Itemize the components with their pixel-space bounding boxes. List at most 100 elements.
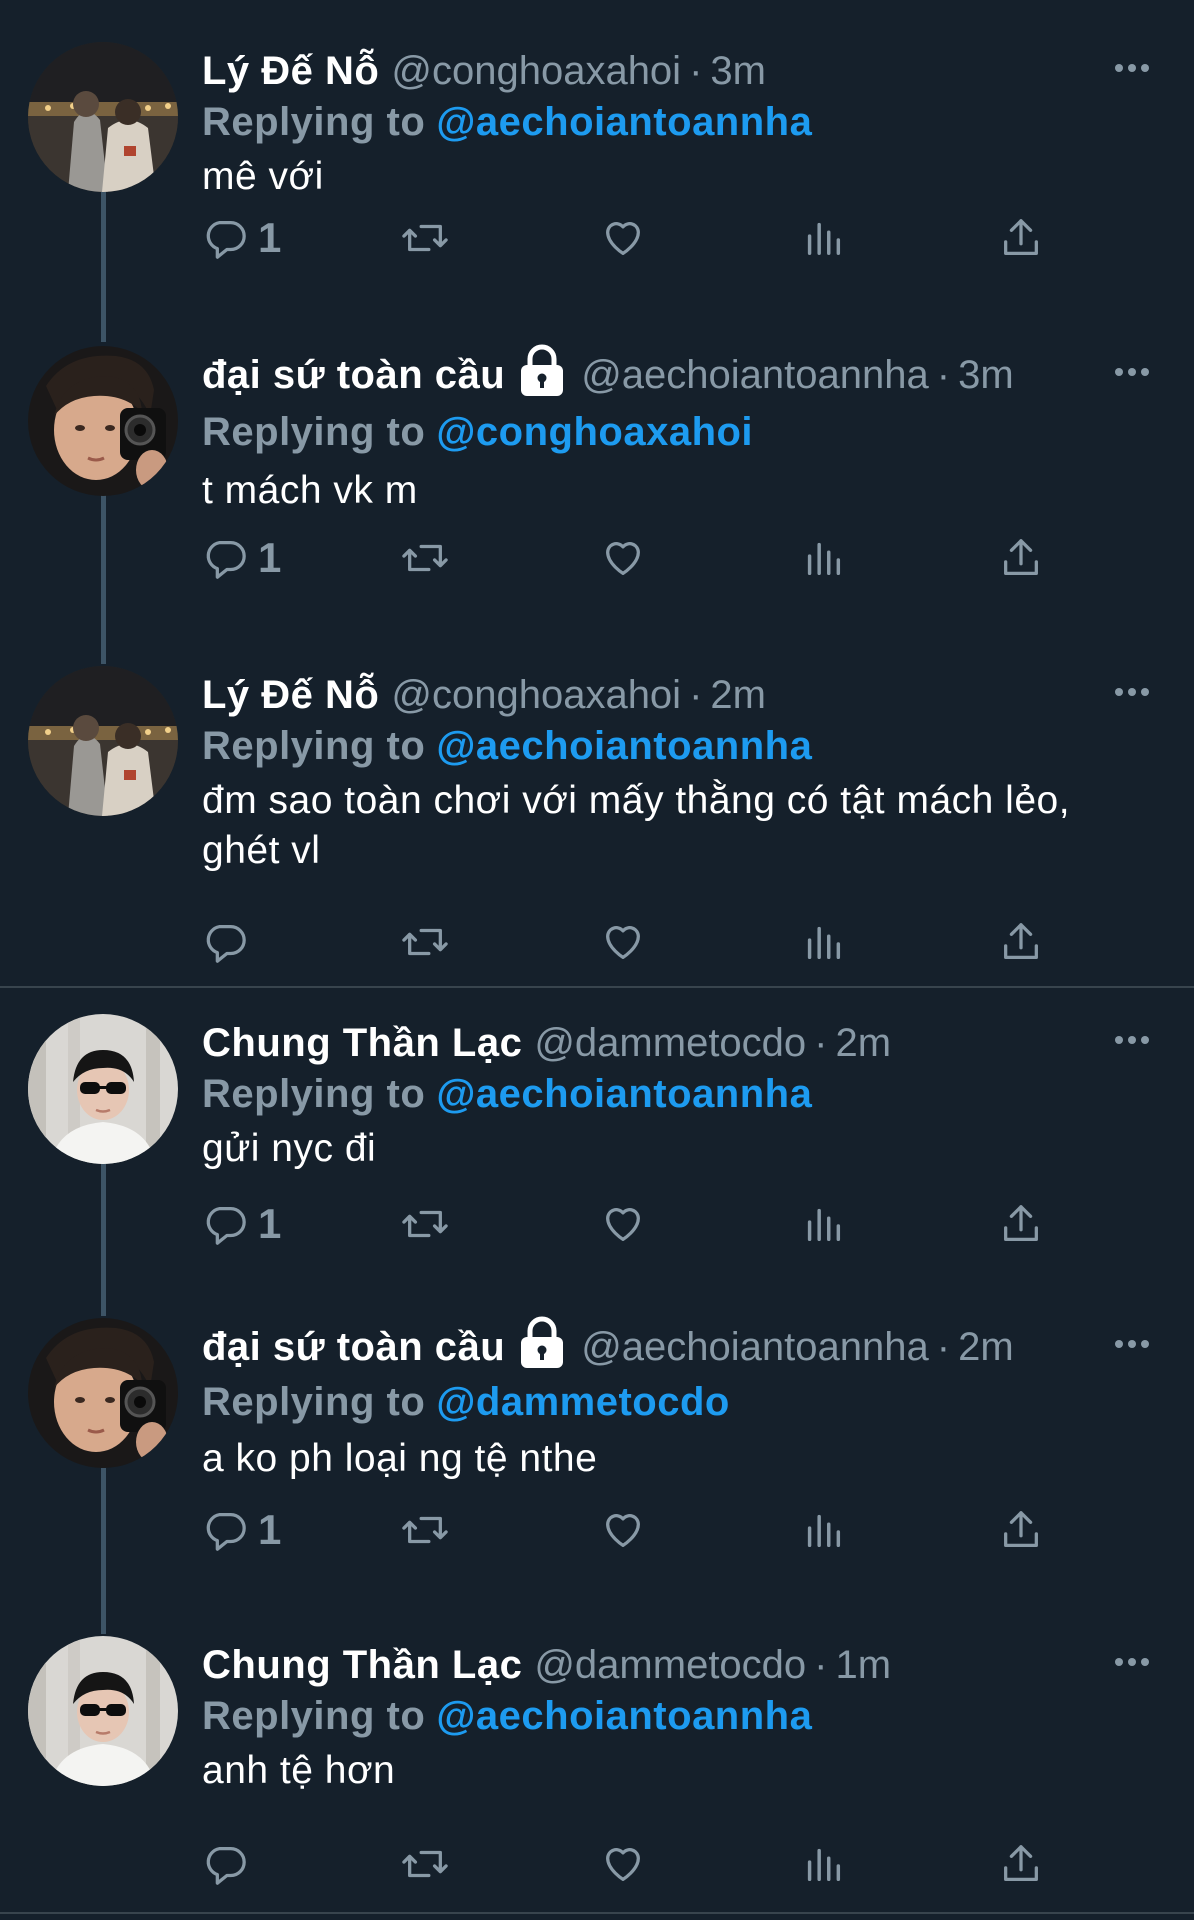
thread-connector-line [101,1164,106,1316]
tweet-text: mê với [202,155,324,198]
views-button[interactable] [800,210,846,266]
timestamp[interactable]: 1m [836,1638,892,1692]
replying-to-mention[interactable]: @dammetocdo [436,1380,729,1424]
retweet-button[interactable] [400,914,450,970]
like-button[interactable] [600,1836,646,1892]
display-name[interactable]: đại sứ toàn cầu [202,1320,505,1374]
share-button[interactable] [998,1502,1044,1558]
retweet-icon [402,1850,448,1878]
timestamp[interactable]: 3m [958,348,1014,402]
display-name[interactable]: Chung Thần Lạc [202,1016,522,1070]
more-options-icon[interactable] [1110,46,1154,90]
share-button[interactable] [998,1196,1044,1252]
username[interactable]: @dammetocdo [534,1638,806,1692]
reply-button[interactable]: 1 [202,210,281,266]
tweet[interactable]: đại sứ toàn cầu @aechoiantoannha · 2m Re… [0,1316,1194,1634]
display-name[interactable]: Chung Thần Lạc [202,1638,522,1692]
replying-to-label: Replying to [202,1072,426,1116]
retweet-button[interactable] [400,210,450,266]
replying-to-mention[interactable]: @aechoiantoannha [436,100,812,144]
username[interactable]: @dammetocdo [534,1016,806,1070]
more-options-icon[interactable] [1110,1322,1154,1366]
camera-selfie-avatar-icon [28,346,178,496]
like-button[interactable] [600,530,646,586]
heart-icon [606,542,640,575]
share-button[interactable] [998,914,1044,970]
username[interactable]: @aechoiantoannha [581,1320,929,1374]
reply-button[interactable] [202,1836,258,1892]
timestamp[interactable]: 2m [958,1320,1014,1374]
views-button[interactable] [800,530,846,586]
tweet[interactable]: Lý Đế Nỗ @conghoaxahoi · 3m Replying to … [0,42,1194,342]
couple-photo-avatar-icon [28,666,178,816]
heart-icon [606,1514,640,1547]
reply-button[interactable]: 1 [202,1196,281,1252]
more-options-icon[interactable] [1110,1018,1154,1062]
tweet[interactable]: Lý Đế Nỗ @conghoaxahoi · 2m Replying to … [0,666,1194,986]
share-icon [1004,1511,1038,1547]
tweet-header: Chung Thần Lạc @dammetocdo · 2m [202,1016,891,1070]
retweet-icon [402,544,448,572]
retweet-icon [402,1516,448,1544]
timestamp[interactable]: 2m [710,668,766,722]
reply-thread: Lý Đế Nỗ @conghoaxahoi · 3m Replying to … [0,0,1194,1920]
reply-button[interactable]: 1 [202,1502,281,1558]
tweet-actions: 1 [202,1196,1082,1252]
like-button[interactable] [600,1502,646,1558]
more-options-icon[interactable] [1110,1640,1154,1684]
retweet-button[interactable] [400,1502,450,1558]
thread-connector-line [101,192,106,342]
share-button[interactable] [998,1836,1044,1892]
reply-button[interactable]: 1 [202,530,281,586]
retweet-button[interactable] [400,1196,450,1252]
avatar[interactable] [28,346,178,496]
username[interactable]: @aechoiantoannha [581,348,929,402]
more-options-icon[interactable] [1110,670,1154,714]
views-button[interactable] [800,1836,846,1892]
replying-to-mention[interactable]: @conghoaxahoi [436,410,753,454]
reply-button[interactable] [202,914,258,970]
like-button[interactable] [600,914,646,970]
username[interactable]: @conghoaxahoi [391,668,681,722]
share-button[interactable] [998,210,1044,266]
avatar[interactable] [28,1318,178,1468]
tweet-header: Lý Đế Nỗ @conghoaxahoi · 2m [202,668,766,722]
username[interactable]: @conghoaxahoi [391,44,681,98]
retweet-icon [402,1210,448,1238]
share-button[interactable] [998,530,1044,586]
more-options-icon[interactable] [1110,350,1154,394]
timestamp[interactable]: 3m [710,44,766,98]
views-button[interactable] [800,1502,846,1558]
retweet-button[interactable] [400,1836,450,1892]
tweet[interactable]: Chung Thần Lạc @dammetocdo · 2m Replying… [0,1014,1194,1316]
timestamp[interactable]: 2m [836,1016,892,1070]
avatar[interactable] [28,1636,178,1786]
camera-selfie-avatar-icon [28,1318,178,1468]
like-button[interactable] [600,1196,646,1252]
reply-icon [206,221,246,259]
heart-icon [606,926,640,959]
avatar[interactable] [28,42,178,192]
display-name[interactable]: Lý Đế Nỗ [202,44,379,98]
avatar[interactable] [28,666,178,816]
views-button[interactable] [800,914,846,970]
tweet-text: anh tệ hơn [202,1749,396,1792]
like-button[interactable] [600,210,646,266]
retweet-icon [402,928,448,956]
analytics-icon [807,222,841,256]
views-button[interactable] [800,1196,846,1252]
display-name[interactable]: Lý Đế Nỗ [202,668,379,722]
replying-to-mention[interactable]: @aechoiantoannha [436,724,812,768]
tweet[interactable]: đại sứ toàn cầu @aechoiantoannha · 3m Re… [0,344,1194,664]
tweet-text: t mách vk m [202,469,418,512]
couple-photo-avatar-icon [28,42,178,192]
retweet-button[interactable] [400,530,450,586]
reply-icon [206,925,246,963]
tweet-header: Lý Đế Nỗ @conghoaxahoi · 3m [202,44,766,98]
display-name[interactable]: đại sứ toàn cầu [202,348,505,402]
separator-dot: · [936,353,951,397]
tweet[interactable]: Chung Thần Lạc @dammetocdo · 1m Replying… [0,1636,1194,1914]
replying-to-mention[interactable]: @aechoiantoannha [436,1694,812,1738]
replying-to-mention[interactable]: @aechoiantoannha [436,1072,812,1116]
avatar[interactable] [28,1014,178,1164]
